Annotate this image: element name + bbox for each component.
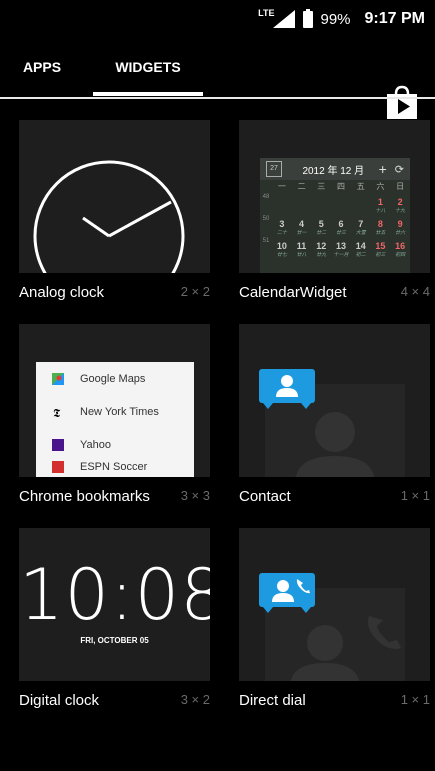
status-bar: LTE 99% 9:17 PM <box>0 0 435 38</box>
calendar-row: 50 3 二十 4 廿一 5 廿二 6 廿三 7 大雪 8 廿五 9 廿六 <box>262 216 406 236</box>
widget-preview: 27 2012 年 12 月 + ⟳ 一 二 三 四 五 六 日 48 1 十八… <box>239 120 430 273</box>
yahoo-icon <box>52 438 64 451</box>
plus-icon: + <box>378 161 387 177</box>
bookmark-item: ESPN Soccer <box>36 461 194 477</box>
refresh-icon: ⟳ <box>394 163 404 176</box>
battery-percent: 99% <box>320 10 351 28</box>
calendar-row: 51 10 廿七 11 廿八 12 廿九 13 十一月 14 初二 15 初三 16 初四 <box>262 238 406 258</box>
widget-name: Chrome bookmarks <box>19 488 150 505</box>
tabs-divider <box>0 97 435 99</box>
clock-time: 9:17 PM <box>364 10 425 27</box>
widget-preview <box>19 120 210 273</box>
signal-icon <box>272 10 295 28</box>
tab-widgets[interactable]: WIDGETS <box>93 38 203 96</box>
widget-dims: 2 × 2 <box>180 284 210 299</box>
widget-name: Direct dial <box>239 692 306 709</box>
bookmarks-preview: Google Maps 𝕿 New York Times Yahoo ESPN … <box>36 362 194 477</box>
calendar-row: 48 1 十八 2 十九 <box>262 194 406 214</box>
widget-name: Analog clock <box>19 284 105 301</box>
calendar-title: 2012 年 12 月 <box>302 165 365 177</box>
calendar-preview: 27 2012 年 12 月 + ⟳ 一 二 三 四 五 六 日 48 1 十八… <box>260 158 410 273</box>
digital-clock-date: FRI, OCTOBER 05 <box>80 636 149 645</box>
play-store-icon[interactable] <box>384 84 420 120</box>
nyt-icon: 𝕿 <box>53 406 61 418</box>
direct-dial-icon <box>259 573 315 613</box>
widget-preview <box>239 324 430 477</box>
calendar-icon: 27 <box>266 161 282 177</box>
bookmark-item: 𝕿 New York Times <box>53 405 159 418</box>
tab-bar: APPS WIDGETS <box>0 38 435 119</box>
widget-name: CalendarWidget <box>239 284 347 301</box>
widget-dims: 3 × 3 <box>180 488 210 503</box>
widget-dims: 1 × 1 <box>400 488 430 503</box>
analog-clock-icon <box>33 160 185 273</box>
network-type: LTE <box>258 8 275 18</box>
widget-dims: 3 × 2 <box>180 692 210 707</box>
battery-icon <box>302 8 313 28</box>
calendar-weekdays: 一 二 三 四 五 六 日 <box>277 182 405 191</box>
widget-dims: 4 × 4 <box>400 284 430 299</box>
widget-name: Contact <box>239 488 291 505</box>
widget-preview: Google Maps 𝕿 New York Times Yahoo ESPN … <box>19 324 210 477</box>
bookmark-item: Google Maps <box>36 362 194 395</box>
tab-apps[interactable]: APPS <box>14 38 70 96</box>
widget-name: Digital clock <box>19 692 100 709</box>
widget-preview: 10:08 FRI, OCTOBER 05 <box>19 528 210 681</box>
contact-icon <box>259 369 315 409</box>
tab-indicator <box>93 92 203 96</box>
svg-text:𝕿: 𝕿 <box>53 406 61 418</box>
espn-icon <box>52 461 64 473</box>
widget-preview <box>239 528 430 681</box>
widget-dims: 1 × 1 <box>400 692 430 707</box>
bookmark-item: Yahoo <box>36 428 194 461</box>
digital-clock-time: 10:08 <box>19 554 210 636</box>
maps-icon <box>52 372 64 385</box>
